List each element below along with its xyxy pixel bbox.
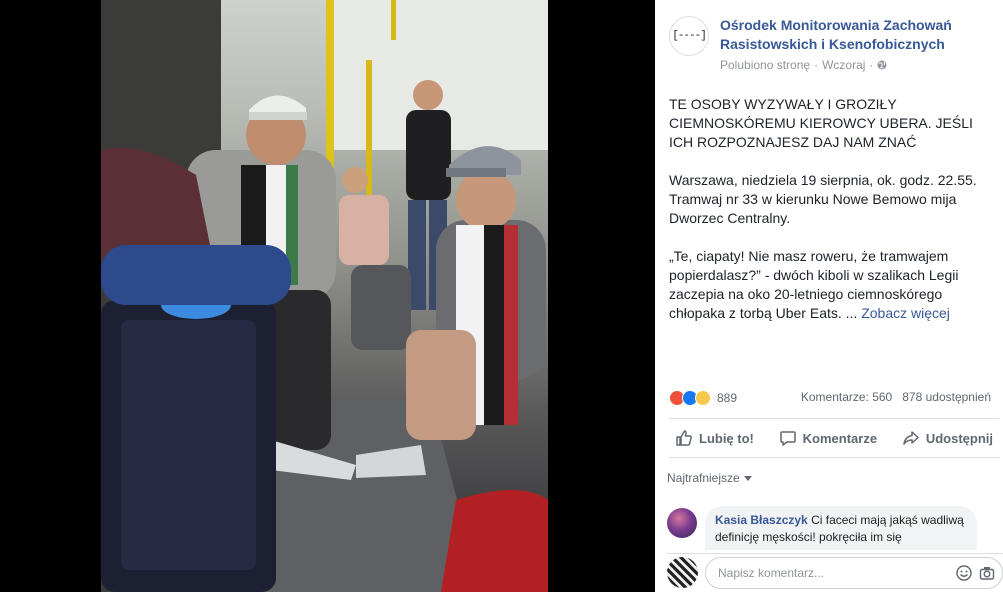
engagement-counts: 889 Komentarze: 560 878 udostępnień	[669, 390, 999, 410]
comments-count[interactable]: Komentarze: 560	[801, 390, 892, 404]
globe-icon[interactable]	[877, 60, 887, 70]
share-arrow-icon	[903, 431, 919, 445]
comment-input-wrapper[interactable]	[705, 557, 1003, 589]
comment-sort-dropdown[interactable]: Najtrafniejsze	[667, 471, 752, 485]
photo-viewer[interactable]	[0, 0, 655, 592]
post-sidebar: [----] Ośrodek Monitorowania Zachowań Ra…	[655, 0, 1003, 592]
comment-item: Kasia Błaszczyk Ci faceci mają jakąś wad…	[667, 506, 989, 550]
thumbs-up-icon	[676, 430, 692, 446]
page-avatar[interactable]: [----]	[669, 16, 709, 56]
like-button[interactable]: Lubię to!	[675, 429, 754, 447]
post-text: TE OSOBY WYZYWAŁY I GROZIŁY CIEMNOSKÓREM…	[669, 95, 989, 342]
comment-bubble-icon	[779, 431, 796, 446]
camera-icon[interactable]	[979, 565, 995, 581]
comment-bubble: Kasia Błaszczyk Ci faceci mają jakąś wad…	[705, 506, 977, 550]
comments-shares-summary: Komentarze: 560 878 udostępnień	[801, 390, 991, 404]
post-header: [----] Ośrodek Monitorowania Zachowań Ra…	[669, 14, 999, 76]
shares-count[interactable]: 878 udostępnień	[902, 390, 991, 404]
meta-separator-2: ·	[869, 58, 874, 72]
page-name-link[interactable]: Ośrodek Monitorowania Zachowań Rasistows…	[720, 16, 980, 54]
page-avatar-logo: [----]	[672, 30, 707, 42]
sad-icon	[695, 390, 711, 406]
commenter-avatar[interactable]	[667, 508, 697, 538]
comment-author[interactable]: Kasia Błaszczyk	[715, 513, 808, 527]
sort-label: Najtrafniejsze	[667, 471, 740, 485]
share-button[interactable]: Udostępnij	[902, 429, 993, 447]
meta-separator: ·	[814, 58, 819, 72]
comment-button[interactable]: Komentarze	[779, 429, 877, 447]
comment-input[interactable]	[718, 558, 948, 588]
post-paragraph-2: Warszawa, niedziela 19 sierpnia, ok. god…	[669, 172, 977, 226]
post-paragraph-3: „Te, ciapaty! Nie masz roweru, że tramwa…	[669, 247, 989, 323]
see-more-link[interactable]: Zobacz więcej	[861, 305, 950, 321]
share-button-label: Udostępnij	[925, 430, 993, 446]
action-bar: Lubię to! Komentarze Udostępnij	[669, 418, 999, 458]
post-meta: Polubiono stronę · Wczoraj ·	[720, 58, 887, 72]
caret-down-icon	[743, 475, 752, 481]
post-viewer: [----] Ośrodek Monitorowania Zachowań Ra…	[0, 0, 1003, 592]
reactions-count[interactable]: 889	[717, 391, 737, 405]
comment-button-label: Komentarze	[802, 430, 878, 446]
comment-composer	[667, 553, 1003, 592]
like-button-label: Lubię to!	[699, 430, 754, 446]
post-photo[interactable]	[101, 0, 548, 592]
emoji-icon[interactable]	[956, 565, 972, 581]
current-user-avatar[interactable]	[667, 557, 698, 588]
post-headline: TE OSOBY WYZYWAŁY I GROZIŁY CIEMNOSKÓREM…	[669, 96, 973, 150]
reactions-summary[interactable]: 889	[669, 390, 737, 406]
tram-photo-illustration	[101, 0, 548, 592]
liked-label[interactable]: Polubiono stronę	[720, 58, 810, 72]
post-time[interactable]: Wczoraj	[822, 58, 865, 72]
